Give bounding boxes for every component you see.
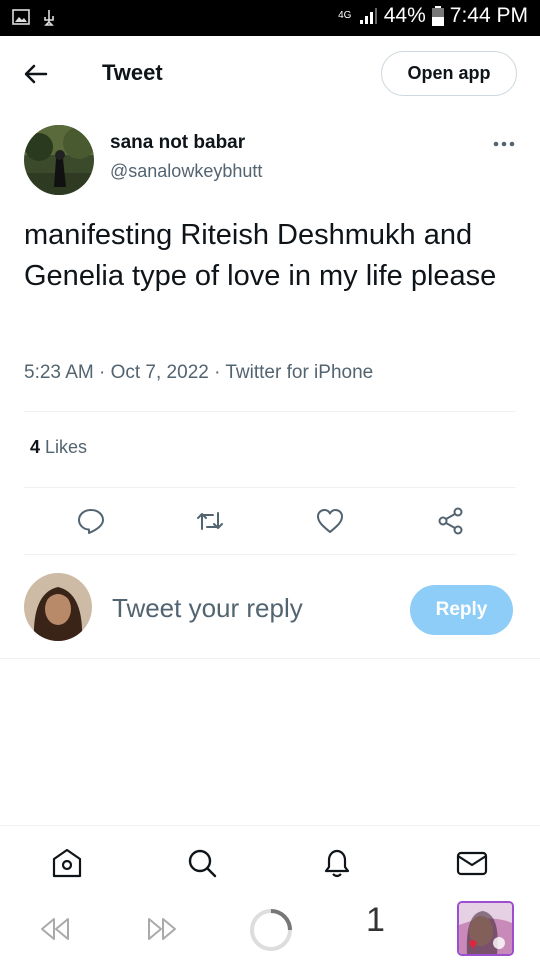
bottom-nav (0, 825, 540, 895)
more-icon[interactable] (490, 134, 518, 154)
likes-number: 4 (30, 437, 41, 457)
browser-toolbar: 1 (0, 895, 540, 960)
user-avatar (24, 573, 92, 641)
tweet-timestamp[interactable]: 5:23 AM · Oct 7, 2022 · Twitter for iPho… (24, 362, 373, 384)
reply-input[interactable]: Tweet your reply (112, 593, 303, 624)
divider (24, 554, 516, 555)
likes-label: Likes (45, 437, 88, 457)
reply-button[interactable]: Reply (410, 585, 513, 635)
back-arrow-icon[interactable] (22, 60, 50, 88)
tweet-actions (0, 500, 540, 544)
divider (24, 411, 516, 412)
usb-notification-icon (44, 10, 54, 26)
share-icon[interactable] (436, 506, 466, 536)
search-icon[interactable] (185, 846, 219, 880)
likes-count[interactable]: 4 Likes (30, 437, 87, 458)
loading-spinner-icon (250, 909, 292, 951)
author-avatar[interactable] (24, 125, 94, 195)
like-icon[interactable] (315, 506, 345, 536)
profile-thumbnail[interactable] (457, 901, 514, 956)
signal-icon (359, 8, 377, 24)
open-app-button[interactable]: Open app (381, 51, 517, 96)
browser-back-icon[interactable] (36, 915, 72, 943)
divider (24, 487, 516, 488)
clock: 7:44 PM (449, 4, 528, 27)
battery-icon (431, 6, 444, 26)
notifications-icon[interactable] (320, 846, 354, 880)
page-title: Tweet (102, 60, 163, 85)
network-type: 4G (338, 10, 352, 21)
tweet-text: manifesting Riteish Deshmukh and Genelia… (24, 219, 497, 292)
tab-count[interactable]: 1 (366, 901, 385, 940)
messages-icon[interactable] (455, 846, 489, 880)
battery-percent: 44% (383, 4, 426, 27)
author-name[interactable]: sana not babar (110, 132, 245, 154)
author-handle[interactable]: @sanalowkeybhutt (110, 161, 262, 182)
tweet-header: Tweet Open app (0, 36, 540, 110)
home-icon[interactable] (50, 846, 84, 880)
status-left-icons (12, 8, 58, 26)
divider (0, 658, 540, 659)
reply-icon[interactable] (76, 506, 106, 536)
browser-forward-icon[interactable] (145, 915, 181, 943)
status-right: 4G 44% 7:44 PM (338, 4, 528, 28)
retweet-icon[interactable] (195, 506, 225, 536)
image-notification-icon (12, 9, 30, 25)
status-bar: 4G 44% 7:44 PM (0, 0, 540, 36)
